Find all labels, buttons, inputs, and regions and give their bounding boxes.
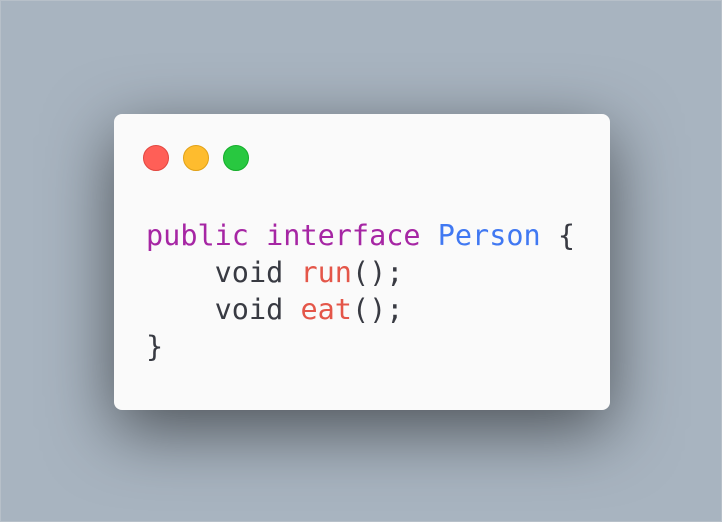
minimize-dot-icon[interactable] bbox=[183, 145, 209, 171]
return-type-run: void bbox=[214, 256, 284, 289]
keyword-public: public bbox=[146, 219, 249, 252]
method-suffix-run: (); bbox=[351, 256, 404, 289]
method-name-eat: eat bbox=[300, 293, 352, 326]
open-brace: { bbox=[557, 219, 576, 252]
method-name-run: run bbox=[300, 256, 352, 289]
class-name: Person bbox=[437, 219, 541, 252]
code-line-2: void run(); bbox=[146, 254, 575, 291]
code-block: public interface Person { void run(); vo… bbox=[146, 217, 575, 365]
code-line-3: void eat(); bbox=[146, 291, 575, 328]
backdrop: public interface Person { void run(); vo… bbox=[0, 0, 722, 522]
maximize-dot-icon[interactable] bbox=[223, 145, 249, 171]
close-dot-icon[interactable] bbox=[143, 145, 169, 171]
code-line-4: } bbox=[146, 328, 575, 365]
close-brace: } bbox=[146, 330, 164, 363]
keyword-interface: interface bbox=[266, 219, 421, 252]
window-controls bbox=[143, 145, 249, 171]
return-type-eat: void bbox=[214, 293, 284, 326]
code-line-1: public interface Person { bbox=[146, 217, 575, 254]
method-suffix-eat: (); bbox=[351, 293, 404, 326]
code-window: public interface Person { void run(); vo… bbox=[114, 114, 610, 410]
